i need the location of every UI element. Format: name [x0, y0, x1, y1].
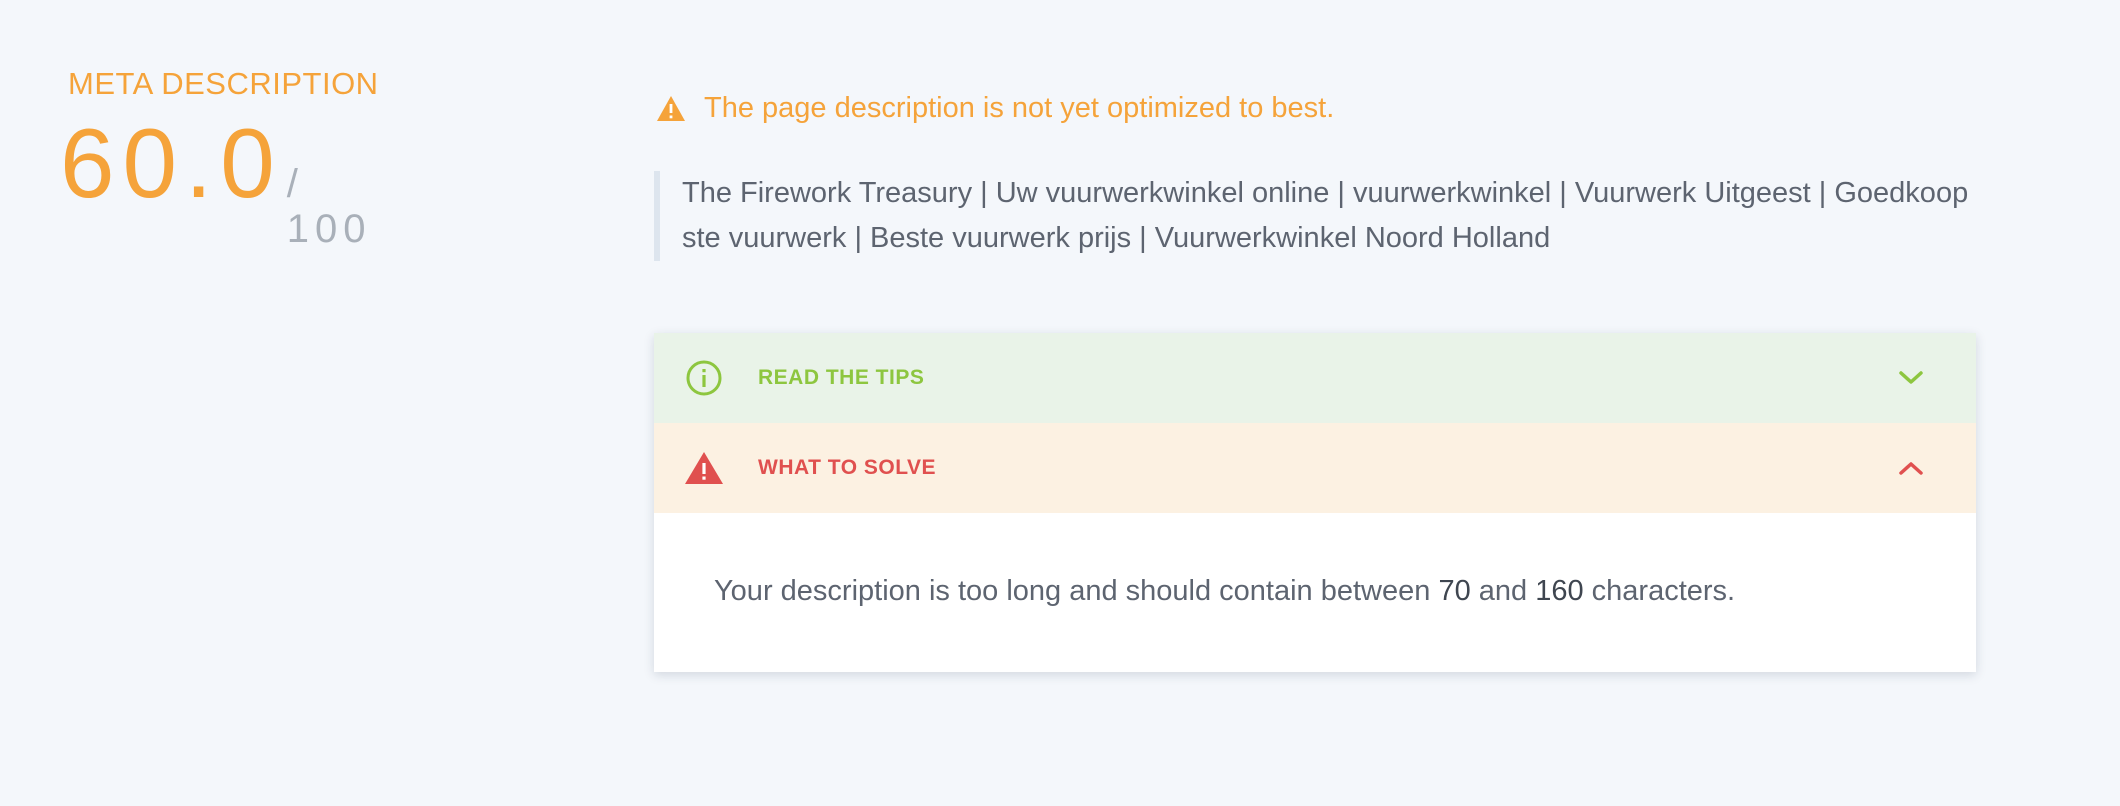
- score-panel: META DESCRIPTION 60.0 / 100: [60, 66, 380, 252]
- accordion: READ THE TIPS WHAT TO SOLVE Your descrip…: [654, 333, 1976, 672]
- what-to-solve-label: WHAT TO SOLVE: [758, 456, 936, 479]
- min-characters: 70: [1438, 575, 1471, 607]
- max-characters: 160: [1535, 575, 1584, 607]
- status-message: The page description is not yet optimize…: [656, 92, 1976, 125]
- score-line: 60.0 / 100: [60, 114, 380, 252]
- content-panel: The page description is not yet optimize…: [654, 92, 1976, 672]
- warning-triangle-icon: [684, 448, 724, 488]
- score-title: META DESCRIPTION: [68, 66, 379, 101]
- description-quote: The Firework Treasury | Uw vuurwerkwinke…: [654, 171, 1972, 261]
- score-max: / 100: [286, 162, 372, 251]
- page: META DESCRIPTION 60.0 / 100 The page des…: [0, 0, 2120, 806]
- read-tips-toggle[interactable]: READ THE TIPS: [654, 333, 1976, 423]
- score-value: 60.0: [60, 108, 283, 218]
- warning-triangle-icon: [656, 95, 686, 122]
- status-text: The page description is not yet optimize…: [704, 92, 1335, 124]
- solve-text-prefix: Your description is too long and should …: [714, 575, 1439, 607]
- read-tips-label: READ THE TIPS: [758, 366, 925, 389]
- solve-text-suffix: characters.: [1583, 575, 1736, 607]
- chevron-down-icon[interactable]: [1896, 363, 1926, 393]
- what-to-solve-content: Your description is too long and should …: [654, 513, 1976, 672]
- chevron-up-icon[interactable]: [1896, 453, 1926, 483]
- what-to-solve-toggle[interactable]: WHAT TO SOLVE: [654, 423, 1976, 513]
- solve-text-middle: and: [1470, 575, 1536, 607]
- description-text: The Firework Treasury | Uw vuurwerkwinke…: [682, 177, 1969, 254]
- info-circle-icon: [684, 358, 724, 398]
